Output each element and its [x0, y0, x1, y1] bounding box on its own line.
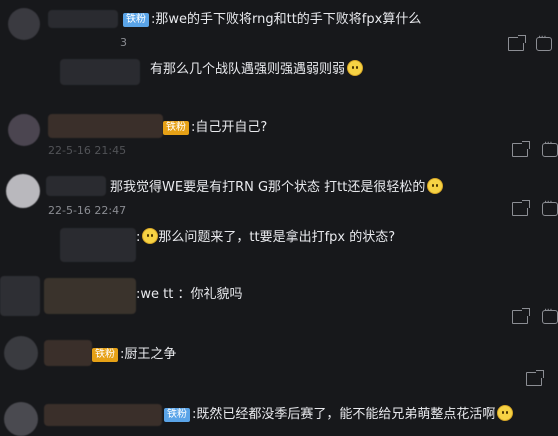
emoji-icon	[347, 60, 364, 76]
username-redacted	[44, 340, 92, 366]
timestamp: 22-5-16 22:47	[48, 204, 127, 217]
comment-text: 铁粉:自己开自己?	[163, 119, 267, 137]
avatar[interactable]	[60, 228, 136, 262]
avatar[interactable]	[8, 114, 40, 146]
comment-text: 铁粉:厨王之争	[92, 346, 176, 364]
emoji-icon	[427, 178, 444, 194]
username-redacted	[46, 176, 106, 196]
comment-icon[interactable]	[542, 138, 558, 157]
avatar[interactable]	[0, 276, 40, 316]
comment-icon[interactable]	[542, 305, 558, 324]
comment-text: 铁粉:既然已经都没季后赛了，能不能给兄弟萌整点花活啊	[164, 405, 514, 424]
username-redacted	[48, 10, 118, 28]
share-icon[interactable]	[512, 200, 530, 216]
comment-text: :we tt ：你礼貌吗	[136, 287, 243, 302]
emoji-icon	[497, 405, 514, 421]
avatar[interactable]	[6, 174, 40, 208]
comment-row: 铁粉:自己开自己? 22-5-16 21:45	[0, 108, 558, 168]
timestamp: 3	[120, 36, 127, 49]
avatar[interactable]	[4, 402, 38, 436]
username-redacted	[48, 114, 163, 138]
comment-row: 铁粉:既然已经都没季后赛了，能不能给兄弟萌整点花活啊	[0, 392, 558, 436]
comment-row: 那我觉得WE要是有打RN G那个状态 打tt还是很轻松的 22-5-16 22:…	[0, 168, 558, 224]
username-redacted	[44, 278, 136, 314]
avatar[interactable]	[60, 59, 140, 85]
share-icon[interactable]	[512, 308, 530, 324]
share-icon[interactable]	[512, 141, 530, 157]
comment-text: 有那么几个战队遇强则强遇弱则弱	[150, 60, 364, 79]
comment-row: :we tt ：你礼貌吗	[0, 274, 558, 330]
share-icon[interactable]	[508, 35, 526, 51]
fan-badge: 铁粉	[164, 408, 190, 422]
fan-badge: 铁粉	[123, 13, 149, 27]
avatar[interactable]	[4, 336, 38, 370]
username-redacted	[44, 404, 162, 426]
timestamp: 22-5-16 21:45	[48, 144, 127, 157]
comment-row: 铁粉:那we的手下败将rng和tt的手下败将fpx算什么 3	[0, 0, 558, 56]
comment-row: 有那么几个战队遇强则强遇弱则弱	[0, 56, 558, 108]
comment-icon[interactable]	[542, 197, 558, 216]
comment-text: 那我觉得WE要是有打RN G那个状态 打tt还是很轻松的	[110, 178, 444, 197]
comment-text: 铁粉:那we的手下败将rng和tt的手下败将fpx算什么	[123, 11, 421, 29]
comment-text: : 那么问题来了，tt要是拿出打fpx 的状态?	[136, 228, 396, 245]
comment-row: 铁粉:厨王之争	[0, 330, 558, 390]
avatar[interactable]	[8, 8, 40, 40]
comment-row: : 那么问题来了，tt要是拿出打fpx 的状态?	[0, 224, 558, 274]
share-icon[interactable]	[526, 370, 544, 386]
comment-icon[interactable]	[536, 32, 552, 51]
fan-badge: 铁粉	[163, 121, 189, 135]
fan-badge: 铁粉	[92, 348, 118, 362]
emoji-icon	[142, 228, 159, 244]
